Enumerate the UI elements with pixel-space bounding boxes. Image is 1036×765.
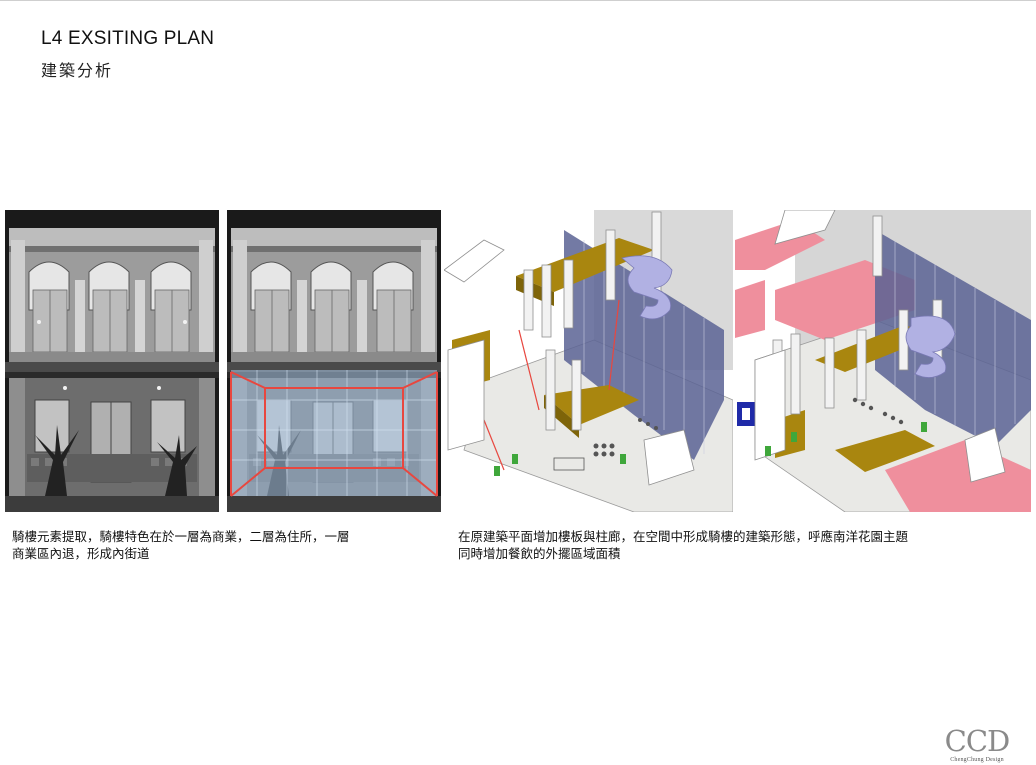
axonometric-diagram-colonnade xyxy=(444,210,733,512)
caption-left: 騎樓元素提取，騎樓特色在於一層為商業，二層為住所，一層 商業區內退，形成內街道 xyxy=(12,528,350,562)
facade-analysis-photo xyxy=(227,210,441,512)
axonometric-diagram-dining xyxy=(735,210,1031,512)
page-title: L4 EXSITING PLAN xyxy=(41,28,215,49)
logo-mark: CCD xyxy=(944,724,1011,758)
caption-right: 在原建築平面增加樓板與柱廊，在空間中形成騎樓的建築形態，呼應南洋花園主題 同時增… xyxy=(458,528,908,562)
ccd-logo: CCD ChengChung Design xyxy=(936,726,1018,763)
caption-right-line2: 同時增加餐飲的外擺區域面積 xyxy=(458,546,621,561)
caption-left-line1: 騎樓元素提取，騎樓特色在於一層為商業，二層為住所，一層 xyxy=(12,529,350,544)
top-rule xyxy=(0,0,1036,1)
facade-photo xyxy=(5,210,219,512)
caption-right-line1: 在原建築平面增加樓板與柱廊，在空間中形成騎樓的建築形態，呼應南洋花園主題 xyxy=(458,529,909,544)
caption-left-line2: 商業區內退，形成內街道 xyxy=(12,546,150,561)
page-subtitle: 建築分析 xyxy=(41,61,114,80)
